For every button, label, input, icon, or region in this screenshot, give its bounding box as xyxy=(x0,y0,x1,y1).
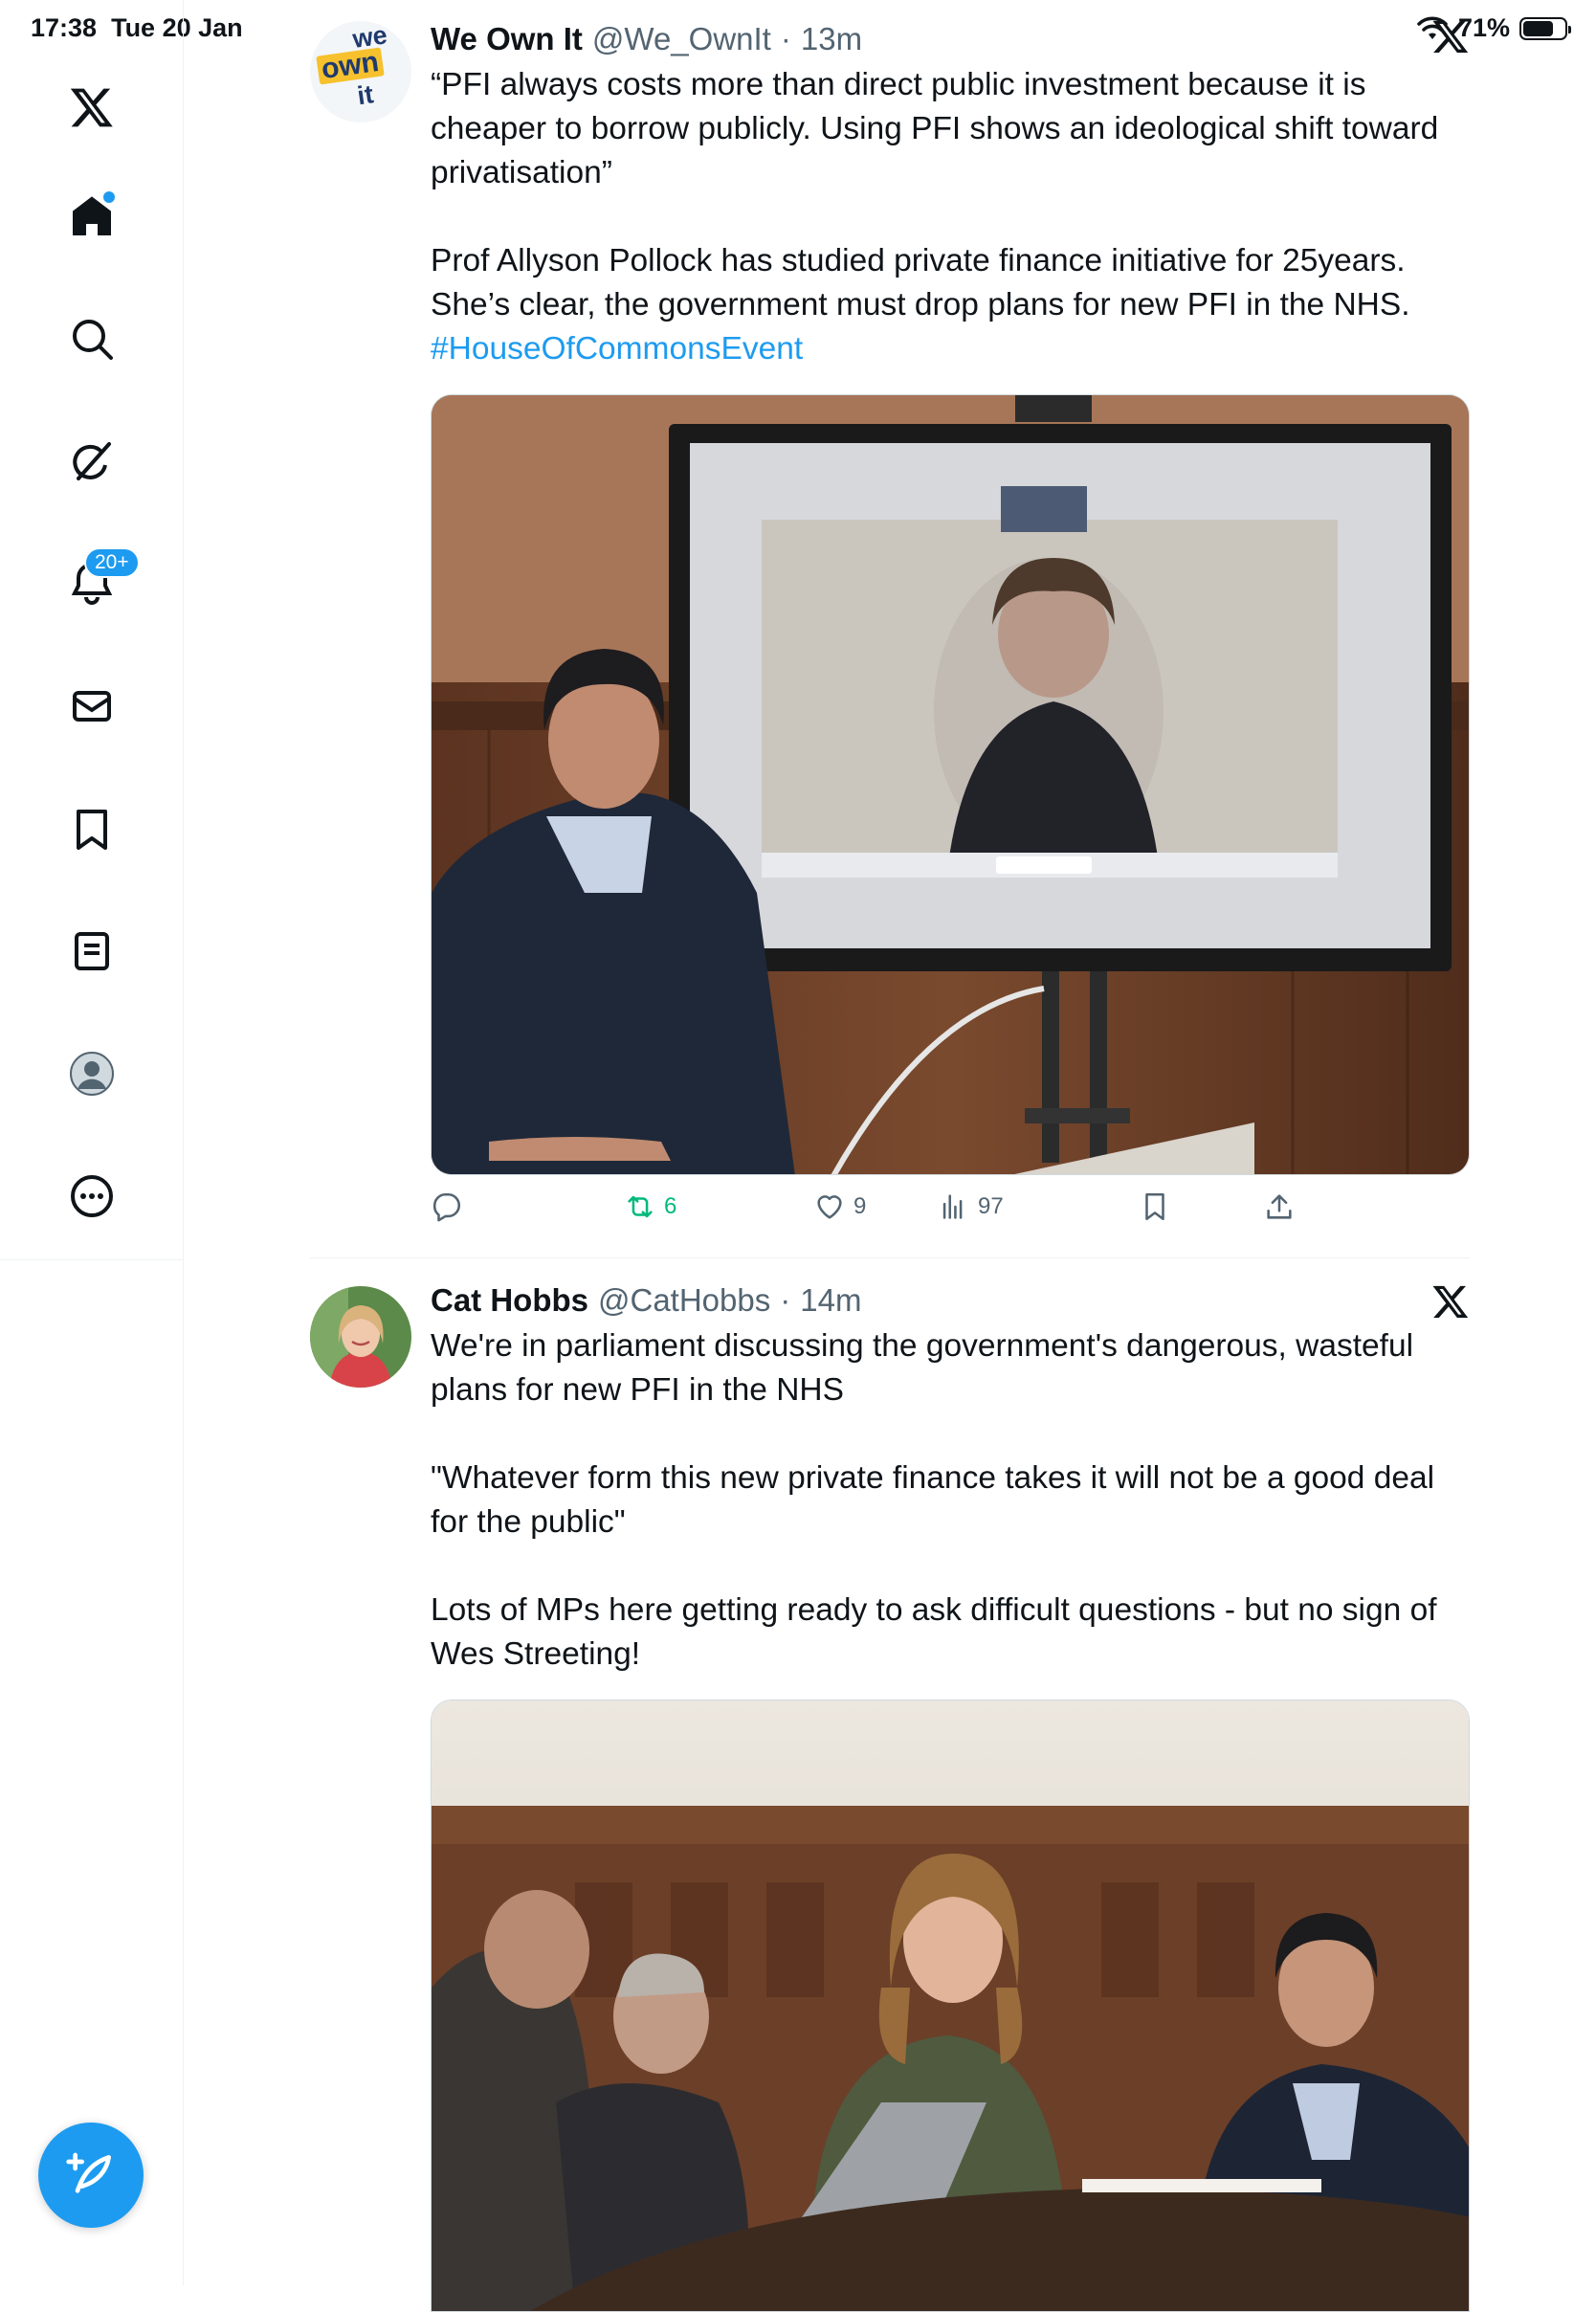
sidebar-item-messages[interactable] xyxy=(54,668,130,745)
sidebar-item-lists[interactable] xyxy=(54,913,130,989)
notification-badge: 20+ xyxy=(84,547,140,578)
tweet-image[interactable] xyxy=(431,394,1470,1175)
tweet-text: “PFI always costs more than direct publi… xyxy=(431,63,1470,371)
unread-dot xyxy=(101,189,117,205)
compose-icon xyxy=(66,2152,111,2193)
heart-icon xyxy=(817,1195,842,1219)
retweet-icon xyxy=(628,1195,653,1218)
retweet-count: 6 xyxy=(664,1193,677,1219)
search-icon xyxy=(73,320,113,360)
sidebar-item-profile[interactable] xyxy=(54,1035,130,1112)
retweet-button[interactable]: 6 xyxy=(624,1190,676,1223)
bookmark-icon xyxy=(1145,1192,1164,1221)
sidebar-item-notifications[interactable]: 20+ xyxy=(54,545,140,622)
sidebar-item-grok[interactable] xyxy=(54,423,130,500)
like-button[interactable]: 9 xyxy=(813,1190,866,1223)
sidebar-item-home[interactable] xyxy=(54,178,130,255)
display-name[interactable]: Cat Hobbs xyxy=(431,1282,588,1319)
timestamp[interactable]: 13m xyxy=(801,21,862,57)
mail-icon xyxy=(73,691,111,722)
x-logo-icon xyxy=(1432,1285,1469,1318)
tweet-body: We Own It @We_OwnIt · 13m “PFI always co… xyxy=(431,20,1470,1222)
tweet-paragraph: Prof Allyson Pollock has studied private… xyxy=(431,239,1470,371)
list-icon xyxy=(75,932,109,970)
share-button[interactable] xyxy=(1263,1190,1296,1223)
tweet-header: Cat Hobbs @CatHobbs · 14m xyxy=(431,1282,1470,1324)
tweet-sentence: Prof Allyson Pollock has studied private… xyxy=(431,243,1410,322)
bookmark-icon xyxy=(77,810,107,850)
tweet-image[interactable] xyxy=(431,1700,1470,2312)
tweet-text: We're in parliament discussing the gover… xyxy=(431,1324,1470,1677)
tweet-paragraph: Lots of MPs here getting ready to ask di… xyxy=(431,1592,1437,1672)
separator-dot: · xyxy=(780,21,791,56)
tweet-paragraph: We're in parliament discussing the gover… xyxy=(431,1328,1414,1408)
meeting-photo xyxy=(432,1701,1469,2311)
avatar[interactable] xyxy=(310,1286,411,1388)
tweet-divider xyxy=(310,1257,1470,1258)
sidebar-item-explore[interactable] xyxy=(54,300,130,377)
tweet-body: Cat Hobbs @CatHobbs · 14m We're in parli… xyxy=(431,1282,1470,2312)
handle[interactable]: @CatHobbs xyxy=(598,1282,770,1319)
sidebar-divider xyxy=(0,1259,184,1260)
avatar[interactable]: we own it xyxy=(310,21,411,122)
like-count: 9 xyxy=(853,1193,867,1219)
tweet-paragraph: "Whatever form this new private finance … xyxy=(431,1460,1435,1540)
we-own-it-logo: we own it xyxy=(310,21,411,122)
x-logo-button[interactable] xyxy=(54,69,130,145)
timestamp[interactable]: 14m xyxy=(800,1282,861,1319)
reply-button[interactable] xyxy=(431,1190,471,1223)
handle[interactable]: @We_OwnIt xyxy=(592,21,771,57)
tweet-actions: 6 9 97 xyxy=(431,1190,1387,1238)
video-call-photo xyxy=(432,395,1469,1174)
tweet-header: We Own It @We_OwnIt · 13m xyxy=(431,21,1470,63)
tweet-paragraph: “PFI always costs more than direct publi… xyxy=(431,67,1439,190)
separator-dot: · xyxy=(780,1282,791,1318)
reply-icon xyxy=(432,1192,460,1222)
analytics-icon xyxy=(942,1194,963,1219)
avatar-photo xyxy=(310,1286,411,1388)
view-count: 97 xyxy=(978,1193,1004,1219)
grok-icon xyxy=(73,442,111,480)
sidebar: 20+ xyxy=(0,0,184,2285)
battery-icon xyxy=(1519,16,1571,40)
compose-button[interactable] xyxy=(38,2123,144,2228)
bookmark-button[interactable] xyxy=(1139,1190,1171,1223)
x-logo-icon xyxy=(70,88,113,127)
sidebar-item-bookmarks[interactable] xyxy=(54,790,130,867)
x-logo-icon xyxy=(1432,20,1469,53)
hashtag-link[interactable]: #HouseOfCommonsEvent xyxy=(431,331,803,367)
battery-fill xyxy=(1523,20,1553,36)
share-icon xyxy=(1267,1194,1292,1219)
display-name[interactable]: We Own It xyxy=(431,21,583,57)
sidebar-item-more[interactable] xyxy=(54,1158,130,1234)
more-icon xyxy=(71,1175,113,1217)
views-button[interactable]: 97 xyxy=(938,1190,1004,1223)
profile-icon xyxy=(70,1052,114,1096)
